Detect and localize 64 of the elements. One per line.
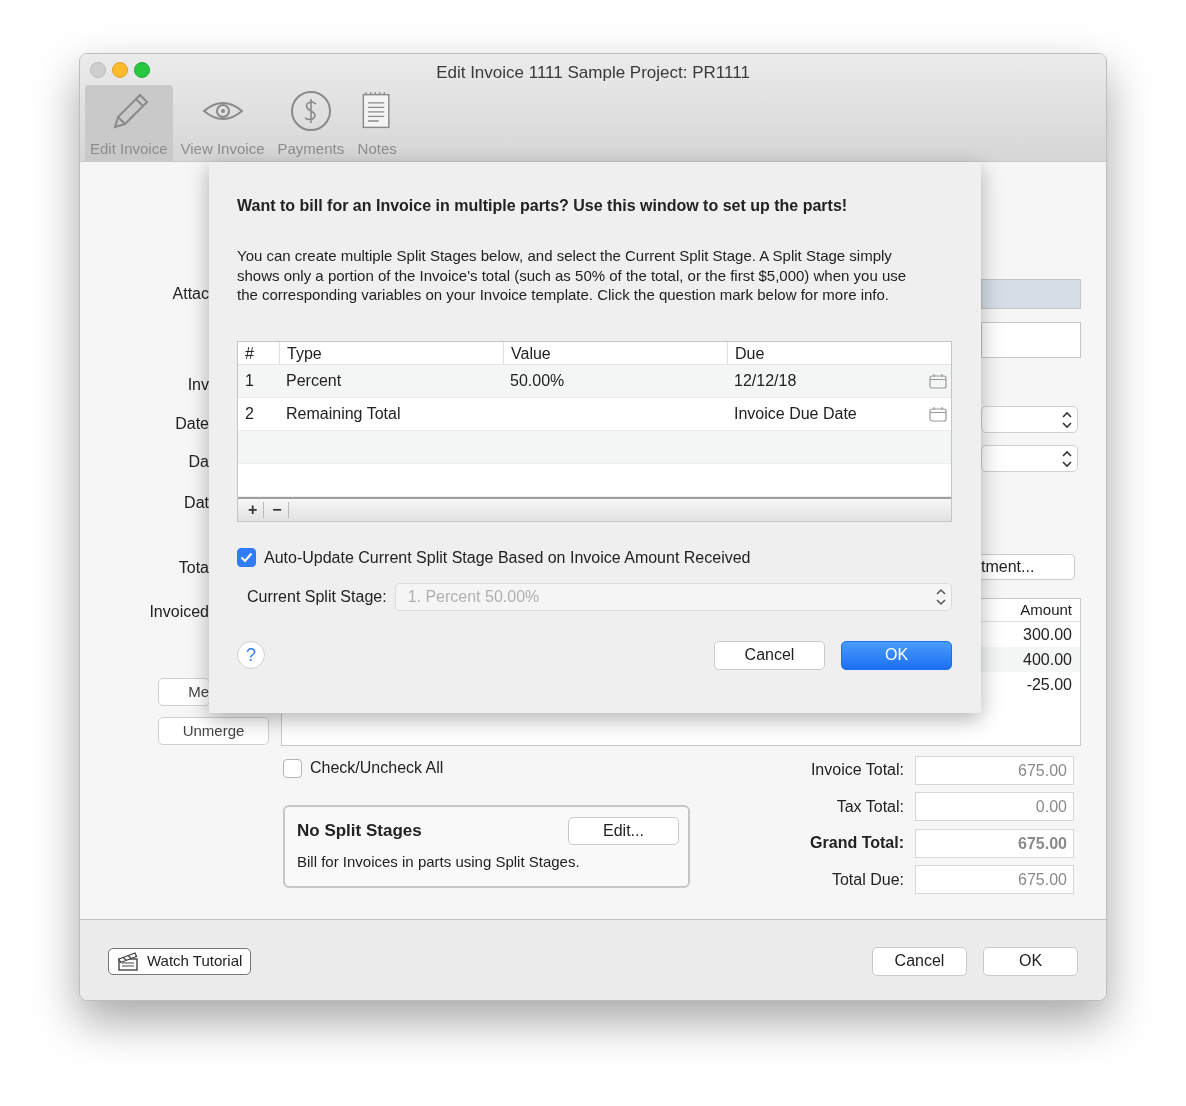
table-cell: -25.00 — [1026, 676, 1072, 693]
input-field[interactable] — [981, 279, 1081, 309]
column-header: Due — [727, 341, 951, 364]
panel-description: Bill for Invoices in parts using Split Stages. — [297, 852, 581, 872]
field-label: Inv — [186, 375, 209, 395]
stepper-icon — [935, 586, 947, 607]
merge-button[interactable]: Me — [158, 678, 210, 706]
table-cell-text: Invoice Due Date — [734, 404, 857, 424]
column-header: Type — [279, 341, 503, 364]
table-cell: Percent — [286, 372, 342, 389]
window-title: Edit Invoice 1111 Sample Project: PR1111 — [436, 62, 750, 84]
total-field: 0.00 — [915, 792, 1074, 822]
input-field[interactable] — [981, 322, 1081, 358]
total-field: 675.00 — [915, 865, 1074, 895]
select-field[interactable] — [981, 406, 1078, 433]
watch-tutorial-button[interactable]: Watch Tutorial — [108, 947, 252, 975]
total-field: 675.00 — [915, 755, 1074, 785]
field-label: Attac — [171, 284, 209, 304]
field-label: Invoiced — [148, 602, 209, 622]
table-cell: Remaining Total — [286, 405, 401, 422]
dialog-button[interactable]: Cancel — [714, 640, 825, 670]
edit-button[interactable]: Edit... — [568, 817, 679, 845]
footer-button[interactable]: OK — [983, 946, 1078, 976]
select-field[interactable] — [981, 445, 1078, 472]
field-label: Date — [174, 414, 209, 434]
table-cell-text: 12/12/18 — [734, 371, 797, 391]
checkbox-label: Auto-Update Current Split Stage Based on Invoice Amount Received — [264, 547, 751, 568]
field-label: Tota — [177, 558, 209, 578]
clapperboard-icon — [117, 951, 139, 971]
dialog-heading: Want to bill for an Invoice in multiple parts? Use this window to set up the parts! — [237, 196, 849, 216]
checkbox[interactable] — [283, 758, 302, 778]
panel-title: No Split Stages — [297, 820, 422, 843]
footer-button[interactable]: Cancel — [872, 946, 967, 976]
calendar-icon[interactable] — [929, 405, 947, 422]
total-label: Invoice Total: — [810, 760, 904, 781]
close-icon[interactable] — [90, 62, 106, 78]
adjustment-button[interactable]: tment... — [981, 554, 1075, 580]
table-cell: 1 — [245, 372, 254, 389]
calendar-icon[interactable] — [929, 372, 947, 389]
field-label: Dat — [183, 493, 209, 513]
column-header: Value — [503, 341, 727, 364]
table-cell: 300.00 — [1023, 626, 1072, 643]
checkmark-icon — [240, 552, 253, 563]
stepper-icon — [1061, 409, 1073, 430]
add-button[interactable]: + — [242, 501, 265, 518]
total-label: Grand Total: — [810, 833, 904, 854]
minimize-icon[interactable] — [112, 62, 128, 78]
table-cell: 400.00 — [1023, 651, 1072, 668]
zoom-icon[interactable] — [134, 62, 150, 78]
merge-button[interactable]: Unmerge — [158, 717, 269, 745]
total-label: Tax Total: — [836, 796, 904, 817]
check-all-label: Check/Uncheck All — [310, 758, 444, 778]
field-label: Da — [187, 452, 209, 472]
total-field: 675.00 — [915, 828, 1074, 858]
help-button[interactable]: ? — [237, 641, 265, 669]
dialog-description: You can create multiple Split Stages below, and select the Current Split Stage. A Split Stage simply shows only a portion of the Invoice's total (such as 50% of the total, or the first $5,000) when you use the corresponding variables on your Invoice template. Click the question mark below for more info. — [237, 246, 908, 305]
checkbox[interactable] — [237, 548, 256, 567]
remove-button[interactable]: − — [266, 501, 289, 518]
dollar-icon — [288, 89, 333, 133]
table-cell: 2 — [245, 405, 254, 422]
column-header: # — [244, 343, 255, 364]
stepper-icon — [1061, 448, 1073, 469]
total-label: Total Due: — [831, 869, 904, 890]
table-cell: 50.00% — [510, 372, 565, 389]
